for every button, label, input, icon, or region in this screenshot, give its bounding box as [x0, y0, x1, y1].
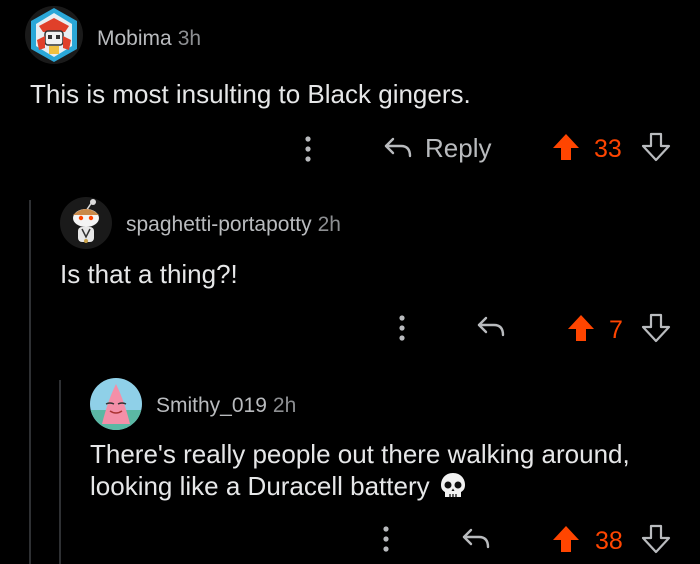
- more-vertical-icon: [305, 136, 311, 162]
- username[interactable]: Smithy_019 2h: [156, 394, 296, 418]
- reply-button[interactable]: [476, 312, 506, 342]
- more-vertical-icon: [399, 315, 405, 341]
- downvote-button[interactable]: [641, 313, 671, 343]
- skull-emoji-icon: [440, 473, 465, 497]
- reply-icon: [384, 137, 412, 158]
- downvote-button[interactable]: [641, 524, 671, 554]
- username[interactable]: spaghetti-portapotty 2h: [126, 213, 341, 237]
- more-vertical-icon: [383, 526, 389, 552]
- upvote-button[interactable]: [551, 132, 581, 162]
- upvote-arrow-icon: [553, 526, 579, 552]
- upvote-arrow-icon: [568, 315, 594, 341]
- more-options-button[interactable]: [298, 134, 318, 164]
- comment-text-segment: looking like a Duracell battery: [90, 471, 430, 501]
- more-options-button[interactable]: [376, 524, 396, 554]
- avatar[interactable]: [90, 378, 142, 430]
- patrick-avatar-icon: [90, 384, 142, 430]
- reply-icon: [477, 316, 505, 337]
- avatar[interactable]: [60, 197, 112, 249]
- timestamp: 3h: [177, 27, 202, 50]
- reply-label: Reply: [425, 132, 492, 163]
- thread-line-1[interactable]: [29, 200, 31, 564]
- vote-count: 7: [609, 316, 623, 344]
- comment-text: Is that a thing?!: [60, 259, 238, 289]
- vote-count: 38: [595, 527, 623, 555]
- more-options-button[interactable]: [392, 313, 412, 343]
- avatar[interactable]: [25, 6, 83, 64]
- reply-button[interactable]: [461, 524, 491, 554]
- username[interactable]: Mobima 3h: [97, 27, 201, 51]
- upvote-button[interactable]: [551, 524, 581, 554]
- vote-count: 33: [594, 135, 622, 163]
- comment-text: There's really people out there walking …: [90, 438, 630, 502]
- comment-text: This is most insulting to Black gingers.: [30, 79, 471, 109]
- downvote-button[interactable]: [641, 132, 671, 162]
- timestamp: 2h: [272, 394, 297, 417]
- upvote-arrow-icon: [553, 134, 579, 160]
- downvote-arrow-icon: [641, 132, 671, 162]
- reply-button[interactable]: Reply: [383, 130, 491, 166]
- snoo-avatar-icon: [73, 199, 99, 243]
- downvote-arrow-icon: [641, 313, 671, 343]
- robot-avatar-icon: [31, 8, 77, 62]
- thread-line-2[interactable]: [59, 380, 61, 564]
- username-text[interactable]: Mobima: [97, 27, 172, 50]
- reply-icon: [462, 528, 490, 549]
- username-text[interactable]: spaghetti-portapotty: [126, 213, 312, 236]
- comment-text-line: looking like a Duracell battery: [90, 470, 630, 502]
- timestamp: 2h: [317, 213, 341, 236]
- comment-text-line: There's really people out there walking …: [90, 439, 630, 469]
- downvote-arrow-icon: [641, 524, 671, 554]
- upvote-button[interactable]: [566, 313, 596, 343]
- username-text[interactable]: Smithy_019: [156, 394, 267, 417]
